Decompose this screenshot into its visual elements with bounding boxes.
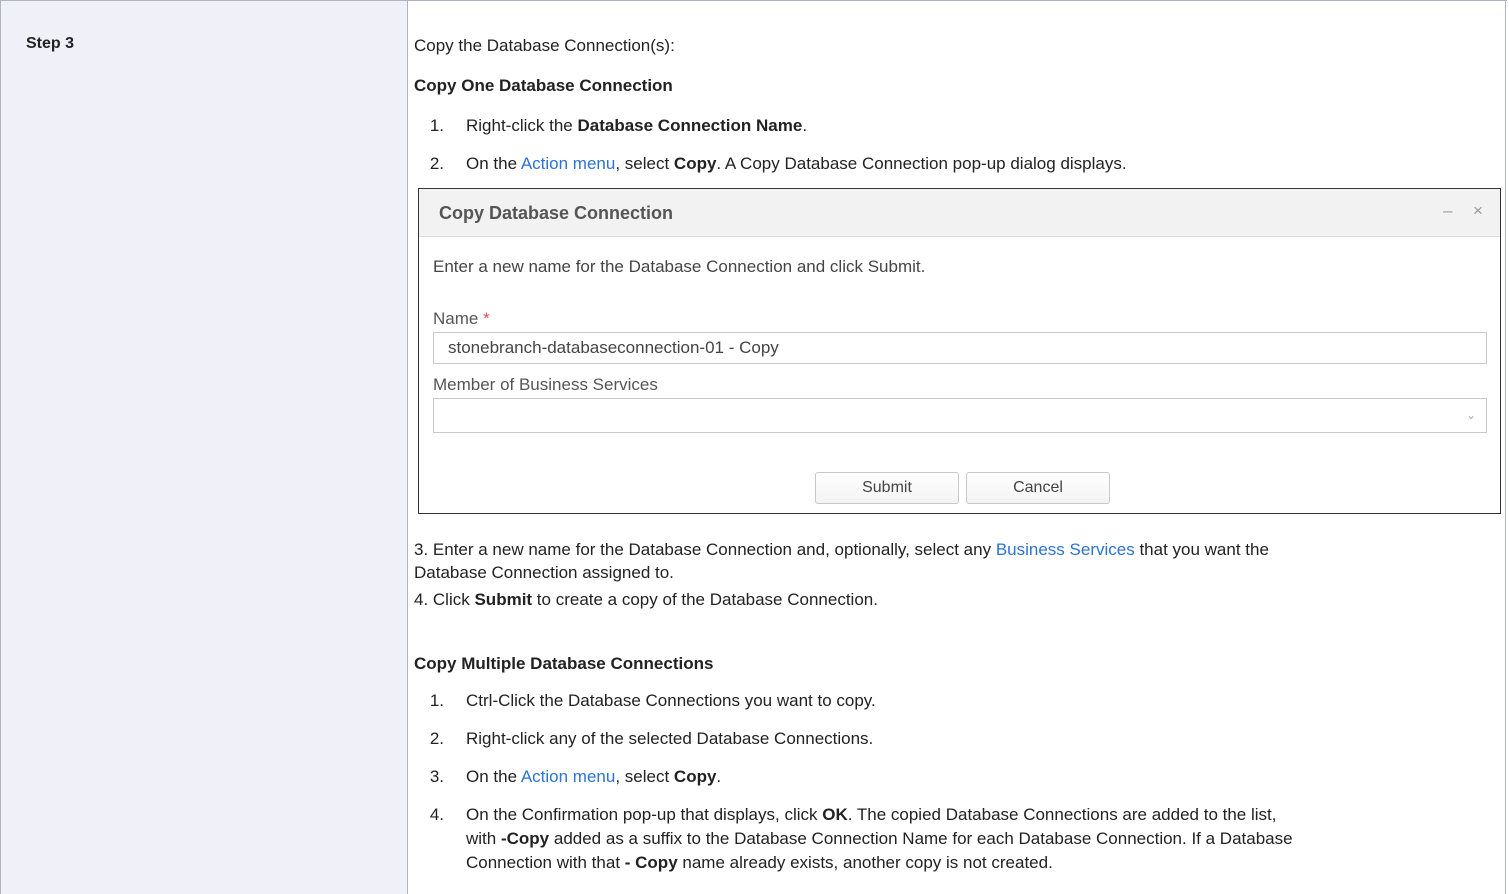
list-item: On the Action menu, select Copy. A Copy … — [466, 154, 1127, 173]
business-services-select[interactable]: ⌄ — [433, 398, 1487, 433]
list-number: 2. — [429, 154, 444, 173]
required-mark: * — [483, 309, 490, 328]
list-number: 2. — [429, 729, 444, 748]
list-item: Right-click the Database Connection Name… — [466, 116, 808, 135]
intro-text: Copy the Database Connection(s): — [414, 36, 675, 55]
list-number: 1. — [429, 116, 444, 135]
list-number: 4. — [429, 805, 444, 824]
list-item: Right-click any of the selected Database… — [466, 729, 874, 748]
action-menu-link[interactable]: Action menu — [521, 154, 616, 173]
section2-heading: Copy Multiple Database Connections — [414, 654, 714, 673]
step-label: Step 3 — [26, 35, 75, 52]
minimize-icon[interactable]: – — [1443, 201, 1452, 221]
section1-heading: Copy One Database Connection — [414, 76, 673, 95]
copy-dialog-screenshot: Copy Database Connection – × Enter a new… — [418, 188, 1501, 514]
list-item: On the Action menu, select Copy. — [466, 767, 722, 786]
dialog-instruction: Enter a new name for the Database Connec… — [433, 257, 926, 276]
list-number: 1. — [429, 691, 444, 710]
name-label: Name * — [433, 309, 490, 328]
name-input[interactable] — [433, 332, 1487, 364]
step3-instruction-cont: Database Connection assigned to. — [414, 563, 674, 582]
list-item-cont: Connection with that - Copy name already… — [466, 853, 1053, 872]
list-number: 3. — [429, 767, 444, 786]
list-item: Ctrl-Click the Database Connections you … — [466, 691, 876, 710]
cancel-button[interactable]: Cancel — [966, 472, 1110, 504]
list-item-cont: with -Copy added as a suffix to the Data… — [466, 829, 1293, 848]
chevron-down-icon: ⌄ — [1465, 408, 1476, 422]
close-icon[interactable]: × — [1473, 201, 1483, 221]
step3-instruction: 3. Enter a new name for the Database Con… — [414, 540, 1269, 559]
step4-instruction: 4. Click Submit to create a copy of the … — [414, 590, 878, 609]
action-menu-link[interactable]: Action menu — [521, 767, 616, 786]
business-services-link[interactable]: Business Services — [996, 540, 1135, 559]
submit-button[interactable]: Submit — [815, 472, 959, 504]
step-cell: Step 3 — [1, 1, 408, 894]
dialog-header: Copy Database Connection – × — [419, 189, 1500, 237]
list-item: On the Confirmation pop-up that displays… — [466, 805, 1277, 824]
dialog-title: Copy Database Connection — [439, 203, 674, 223]
table-right-border — [1505, 0, 1506, 894]
business-services-label: Member of Business Services — [433, 375, 658, 394]
